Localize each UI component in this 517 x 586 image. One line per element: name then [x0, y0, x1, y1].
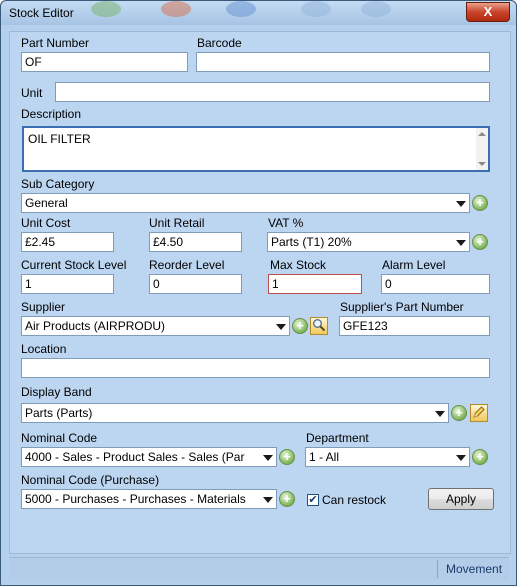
barcode-input[interactable] — [196, 52, 490, 72]
max-stock-input[interactable]: 1 — [268, 274, 362, 294]
nominal-code-label: Nominal Code — [21, 431, 98, 445]
supplier-part-number-label: Supplier's Part Number — [340, 300, 464, 314]
reorder-level-input[interactable]: 0 — [149, 274, 242, 294]
title-bar[interactable]: Stock Editor X — [1, 1, 516, 25]
decorative-shape — [161, 1, 191, 17]
current-stock-input[interactable]: 1 — [21, 274, 114, 294]
description-label: Description — [21, 107, 82, 121]
pencil-icon — [473, 406, 485, 418]
unit-input[interactable] — [55, 82, 490, 102]
vat-label: VAT % — [268, 216, 304, 230]
department-label: Department — [306, 431, 369, 445]
supplier-select[interactable]: Air Products (AIRPRODU) — [21, 316, 290, 336]
nominal-code-purchase-select[interactable]: 5000 - Purchases - Purchases - Materials — [21, 489, 277, 509]
chevron-down-icon[interactable] — [273, 317, 289, 335]
display-band-label: Display Band — [21, 385, 92, 399]
department-value: 1 - All — [309, 450, 340, 464]
can-restock-label: Can restock — [322, 493, 387, 507]
chevron-down-icon[interactable] — [432, 404, 448, 422]
display-band-value: Parts (Parts) — [25, 406, 93, 420]
scroll-down-icon[interactable] — [478, 162, 486, 166]
display-band-select[interactable]: Parts (Parts) — [21, 403, 449, 423]
current-stock-label: Current Stock Level — [21, 258, 127, 272]
vat-select[interactable]: Parts (T1) 20% — [267, 232, 470, 252]
location-label: Location — [21, 342, 67, 356]
unit-label: Unit — [21, 86, 43, 100]
decorative-shape — [91, 1, 121, 17]
part-number-input[interactable]: OF — [21, 52, 188, 72]
nominal-code-purchase-value: 5000 - Purchases - Purchases - Materials — [25, 492, 246, 506]
max-stock-label: Max Stock — [270, 258, 327, 272]
apply-button[interactable]: Apply — [428, 488, 494, 510]
nominal-code-select[interactable]: 4000 - Sales - Product Sales - Sales (Pa… — [21, 447, 277, 467]
unit-cost-input[interactable]: £2.45 — [21, 232, 114, 252]
scroll-up-icon[interactable] — [478, 132, 486, 136]
decorative-shape — [361, 1, 391, 17]
description-scrollbar[interactable] — [476, 128, 488, 170]
edit-display-band-button[interactable] — [470, 404, 488, 422]
description-textarea[interactable]: OIL FILTER — [22, 126, 490, 172]
barcode-label: Barcode — [197, 36, 242, 50]
add-display-band-button[interactable]: + — [451, 405, 467, 421]
part-number-label: Part Number — [21, 36, 90, 50]
unit-retail-label: Unit Retail — [149, 216, 205, 230]
location-input[interactable] — [21, 358, 490, 378]
sub-category-value: General — [25, 196, 68, 210]
alarm-level-input[interactable]: 0 — [381, 274, 490, 294]
add-sub-category-button[interactable]: + — [472, 195, 488, 211]
sub-category-label: Sub Category — [21, 177, 95, 191]
nominal-code-purchase-label: Nominal Code (Purchase) — [21, 473, 160, 487]
reorder-level-label: Reorder Level — [149, 258, 225, 272]
add-vat-button[interactable]: + — [472, 234, 488, 250]
chevron-down-icon[interactable] — [453, 194, 469, 212]
chevron-down-icon[interactable] — [453, 233, 469, 251]
close-button[interactable]: X — [466, 2, 510, 22]
add-department-button[interactable]: + — [472, 449, 488, 465]
supplier-value: Air Products (AIRPRODU) — [25, 319, 166, 333]
status-bar: Movement — [9, 557, 509, 580]
chevron-down-icon[interactable] — [260, 490, 276, 508]
chevron-down-icon[interactable] — [453, 448, 469, 466]
movement-link[interactable]: Movement — [446, 562, 502, 576]
can-restock-checkbox[interactable]: ✔ — [307, 494, 319, 506]
search-supplier-button[interactable] — [310, 317, 328, 335]
add-nominal-code-purchase-button[interactable]: + — [279, 491, 295, 507]
add-nominal-code-button[interactable]: + — [279, 449, 295, 465]
nominal-code-value: 4000 - Sales - Product Sales - Sales (Pa… — [25, 450, 245, 464]
editor-panel: Part Number OF Barcode Unit Description … — [9, 31, 511, 554]
supplier-part-number-input[interactable]: GFE123 — [339, 316, 490, 336]
chevron-down-icon[interactable] — [260, 448, 276, 466]
add-supplier-button[interactable]: + — [292, 318, 308, 334]
supplier-label: Supplier — [21, 300, 66, 314]
stock-editor-window: Stock Editor X Part Number OF Barcode Un… — [0, 0, 517, 586]
alarm-level-label: Alarm Level — [382, 258, 446, 272]
status-separator — [437, 560, 438, 578]
window-title: Stock Editor — [9, 6, 74, 20]
unit-retail-input[interactable]: £4.50 — [149, 232, 242, 252]
vat-value: Parts (T1) 20% — [271, 235, 352, 249]
decorative-shape — [301, 1, 331, 17]
department-select[interactable]: 1 - All — [305, 447, 470, 467]
search-icon — [313, 319, 326, 332]
description-text: OIL FILTER — [28, 132, 91, 146]
decorative-shape — [226, 1, 256, 17]
unit-cost-label: Unit Cost — [21, 216, 71, 230]
sub-category-select[interactable]: General — [21, 193, 470, 213]
